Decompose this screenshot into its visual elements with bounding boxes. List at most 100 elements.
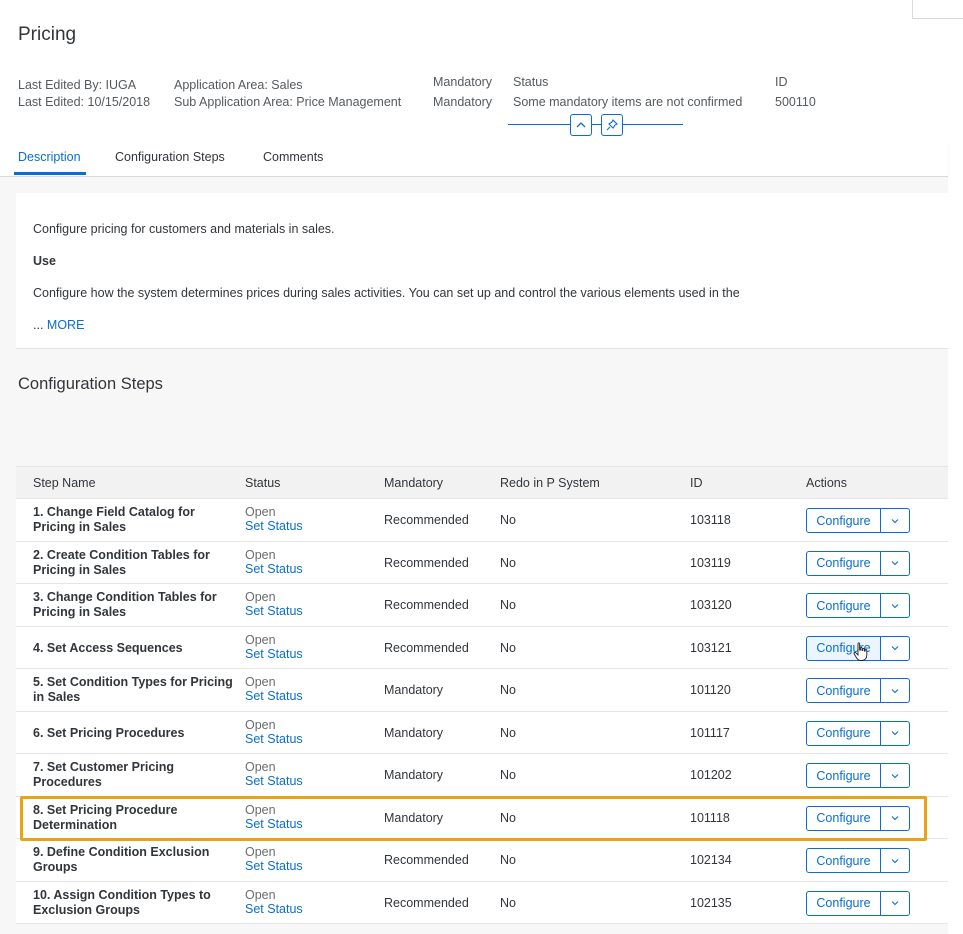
- column-header-id[interactable]: ID: [690, 476, 703, 490]
- set-status-link[interactable]: Set Status: [245, 519, 303, 533]
- status-text: Open: [245, 717, 276, 732]
- column-header-mandatory[interactable]: Mandatory: [384, 476, 443, 490]
- more-label[interactable]: MORE: [47, 318, 85, 332]
- id-label: ID: [775, 75, 788, 89]
- set-status-link[interactable]: Set Status: [245, 774, 303, 788]
- description-card: [16, 193, 948, 349]
- id-value: 500110: [775, 95, 816, 109]
- application-area: Application Area: Sales: [174, 78, 303, 92]
- chevron-down-icon: [891, 518, 899, 523]
- step-redo: No: [500, 640, 516, 655]
- selected-tab-indicator: [14, 172, 86, 175]
- configure-button[interactable]: Configure: [806, 763, 881, 788]
- tab-description[interactable]: Description: [18, 150, 81, 164]
- table-row[interactable]: 3. Change Condition Tables for Pricing i…: [16, 584, 948, 627]
- column-header-redo[interactable]: Redo in P System: [500, 476, 600, 490]
- table-row[interactable]: 6. Set Pricing Procedures Open Set Status M…: [16, 711, 948, 754]
- chevron-down-icon: [891, 816, 899, 821]
- table-row[interactable]: 4. Set Access Sequences Open Set Status Rec…: [16, 626, 948, 669]
- more-link[interactable]: ... MORE: [33, 318, 84, 332]
- step-status: Open Set Status: [245, 548, 303, 576]
- set-status-link[interactable]: Set Status: [245, 562, 303, 576]
- status-text: Open: [245, 802, 276, 817]
- status-text: Open: [245, 590, 276, 604]
- step-name: 1. Change Field Catalog for Pricing in S…: [33, 505, 195, 534]
- collapse-header-button[interactable]: [570, 114, 592, 136]
- configure-dropdown-button[interactable]: [880, 635, 910, 661]
- set-status-link[interactable]: Set Status: [245, 689, 303, 703]
- status-label: Status: [513, 75, 549, 89]
- page-title: Pricing: [18, 24, 77, 45]
- pin-icon: [606, 119, 618, 131]
- step-redo: No: [500, 810, 516, 825]
- set-status-link[interactable]: Set Status: [245, 732, 303, 746]
- sub-application-area: Sub Application Area: Price Management: [174, 95, 402, 109]
- last-edited-by: Last Edited By: IUGA: [18, 78, 137, 92]
- table-row[interactable]: 9. Define Condition Exclusion Groups Open…: [16, 839, 948, 882]
- table-row[interactable]: 1. Change Field Catalog for Pricing in S…: [16, 499, 948, 542]
- step-id: 102134: [690, 853, 732, 867]
- step-status: Open Set Status: [245, 845, 303, 873]
- mandatory-value: Mandatory: [433, 95, 493, 109]
- set-status-link[interactable]: Set Status: [245, 604, 303, 618]
- column-header-status[interactable]: Status: [245, 476, 280, 490]
- table-row[interactable]: 10. Assign Condition Types to Exclusion …: [16, 881, 948, 924]
- step-name: 3. Change Condition Tables for Pricing i…: [33, 590, 217, 619]
- chevron-down-icon: [891, 773, 899, 778]
- configure-dropdown-button[interactable]: [880, 508, 910, 533]
- section-title: Configuration Steps: [18, 375, 163, 393]
- step-name: 9. Define Condition Exclusion Groups: [33, 845, 210, 874]
- step-redo: No: [500, 513, 516, 527]
- step-mandatory: Mandatory: [384, 683, 444, 697]
- configure-button[interactable]: Configure: [806, 508, 881, 533]
- step-redo: No: [500, 895, 516, 910]
- step-id: 103120: [690, 598, 732, 612]
- set-status-link[interactable]: Set Status: [245, 817, 303, 831]
- step-id: 101117: [690, 725, 730, 740]
- pin-header-button[interactable]: [601, 114, 623, 136]
- tab-comments[interactable]: Comments: [263, 150, 323, 164]
- configure-button[interactable]: Configure: [806, 805, 881, 831]
- status-text: Open: [245, 887, 276, 902]
- table-row[interactable]: 2. Create Condition Tables for Pricing i…: [16, 541, 948, 584]
- configure-button[interactable]: Configure: [806, 890, 881, 916]
- set-status-link[interactable]: Set Status: [245, 859, 303, 873]
- configure-dropdown-button[interactable]: [880, 593, 910, 618]
- status-text: Open: [245, 632, 276, 647]
- configure-button[interactable]: Configure: [806, 550, 881, 576]
- configure-button[interactable]: Configure: [806, 720, 881, 746]
- chevron-down-icon: [891, 901, 899, 906]
- step-redo: No: [500, 555, 516, 570]
- column-header-step-name[interactable]: Step Name: [33, 476, 96, 490]
- tab-configuration-steps[interactable]: Configuration Steps: [115, 150, 225, 164]
- step-name: 7. Set Customer Pricing Procedures: [33, 760, 175, 789]
- configure-button[interactable]: Configure: [806, 848, 881, 873]
- table-row[interactable]: 7. Set Customer Pricing Procedures Open Se…: [16, 754, 948, 797]
- configure-dropdown-button[interactable]: [880, 890, 910, 916]
- set-status-link[interactable]: Set Status: [245, 902, 303, 916]
- step-mandatory: Mandatory: [384, 810, 444, 825]
- more-ellipsis: ...: [33, 318, 44, 332]
- configure-button[interactable]: Configure: [806, 593, 881, 618]
- step-redo: No: [500, 853, 516, 867]
- step-status: Open Set Status: [245, 888, 303, 916]
- configure-dropdown-button[interactable]: [880, 805, 910, 831]
- configure-dropdown-button[interactable]: [880, 678, 910, 703]
- configure-dropdown-button[interactable]: [880, 720, 910, 746]
- step-status: Open Set Status: [245, 803, 303, 831]
- step-status: Open Set Status: [245, 505, 303, 533]
- step-status: Open Set Status: [245, 675, 303, 703]
- configure-dropdown-button[interactable]: [880, 550, 910, 576]
- status-text: Open: [245, 845, 276, 859]
- table-row[interactable]: 5. Set Condition Types for Pricing in Sa…: [16, 669, 948, 712]
- chevron-down-icon: [891, 858, 899, 863]
- configure-button[interactable]: Configure: [806, 678, 881, 703]
- step-mandatory: Recommended: [384, 598, 469, 612]
- configure-dropdown-button[interactable]: [880, 848, 910, 873]
- step-mandatory: Recommended: [384, 640, 469, 655]
- column-header-actions[interactable]: Actions: [806, 476, 847, 490]
- set-status-link[interactable]: Set Status: [245, 647, 303, 661]
- table-row[interactable]: 8. Set Pricing Procedure Determination Op…: [16, 796, 948, 839]
- configure-dropdown-button[interactable]: [880, 763, 910, 788]
- use-heading: Use: [33, 254, 56, 268]
